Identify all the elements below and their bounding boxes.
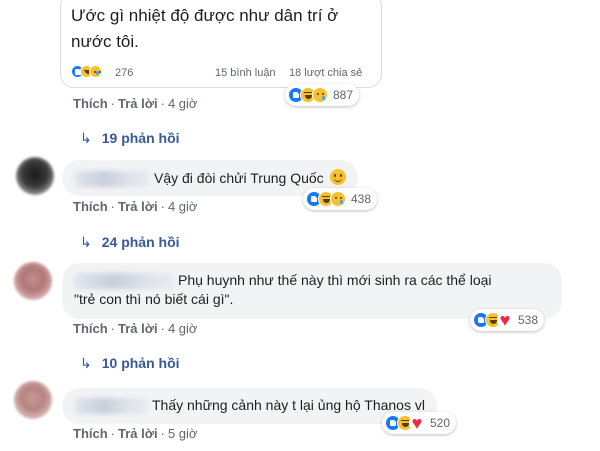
reaction-count: 438 [351,192,372,206]
comment-time[interactable]: 4 giờ [168,321,198,336]
like-link[interactable]: Thích [73,426,108,441]
avatar[interactable] [16,157,54,195]
reaction-summary-1[interactable]: 438 [303,188,378,210]
commenter-name-redacted[interactable] [74,398,148,415]
reaction-count: 887 [333,88,354,102]
reply-arrow-icon: ↳ [80,355,92,371]
reaction-count: 538 [518,313,539,327]
commenter-name-redacted[interactable] [74,273,174,290]
avatar[interactable] [14,381,52,419]
reply-arrow-icon: ↳ [80,130,92,146]
comment-actions-2: Thích · Trả lời · 4 giờ [73,321,198,336]
post-comments-count[interactable]: 15 bình luận [215,67,276,79]
sad-reaction-icon [312,87,328,103]
post-shares-count[interactable]: 18 lượt chia sẻ [289,67,362,79]
reply-link[interactable]: Trả lời [118,426,158,441]
reaction-summary-2[interactable]: 538 [470,309,545,331]
like-link[interactable]: Thích [73,321,108,336]
comment-actions-1: Thích · Trả lời · 4 giờ [73,199,198,214]
post-reaction-count[interactable]: 276 [115,67,133,79]
slightly-smiling-face-icon [329,169,346,185]
reaction-summary-3[interactable]: 520 [382,412,457,434]
comment-text-line-1: Phụ huynh như thế này thì mới sinh ra cá… [178,272,492,288]
reply-arrow-icon: ↳ [80,234,92,250]
love-reaction-icon [497,312,513,328]
comment-time[interactable]: 4 giờ [168,96,198,111]
shared-post-card: Ước gì nhiệt độ được như dân trí ở nước … [60,0,382,88]
reply-link[interactable]: Trả lời [118,199,158,214]
post-reactions[interactable] [71,65,102,78]
sad-reaction-icon [330,191,346,207]
comment-time[interactable]: 5 giờ [168,426,198,441]
view-replies-link-1[interactable]: ↳ 19 phản hồi [80,130,180,147]
comment-text: Thấy những cảnh này t lại ủng hộ Thanos … [152,397,425,413]
comment-text: Vậy đi đòi chửi Trung Quốc [154,170,324,186]
avatar[interactable] [14,262,52,300]
commenter-name-redacted[interactable] [74,171,150,188]
like-link[interactable]: Thích [73,199,108,214]
comment-bubble-3: Thấy những cảnh này t lại ủng hộ Thanos … [62,388,437,424]
reply-link[interactable]: Trả lời [118,321,158,336]
sad-reaction-icon [89,65,102,78]
comment-time[interactable]: 4 giờ [168,199,198,214]
view-replies-link-2[interactable]: ↳ 24 phản hồi [80,234,180,251]
post-meta: 276 15 bình luận 18 lượt chia sẻ [71,65,377,83]
like-link[interactable]: Thích [73,96,108,111]
love-reaction-icon [409,415,425,431]
post-text: Ước gì nhiệt độ được như dân trí ở nước … [71,6,339,51]
reply-link[interactable]: Trả lời [118,96,158,111]
reaction-count: 520 [430,416,451,430]
reaction-summary-0[interactable]: 887 [285,84,360,106]
comment-actions-0: Thích · Trả lời · 4 giờ [73,96,198,111]
view-replies-link-3[interactable]: ↳ 10 phản hồi [80,355,180,372]
comment-actions-3: Thích · Trả lời · 5 giờ [73,426,198,441]
comment-text-line-2: "trẻ con thì nó biết cái gì". [74,291,234,307]
